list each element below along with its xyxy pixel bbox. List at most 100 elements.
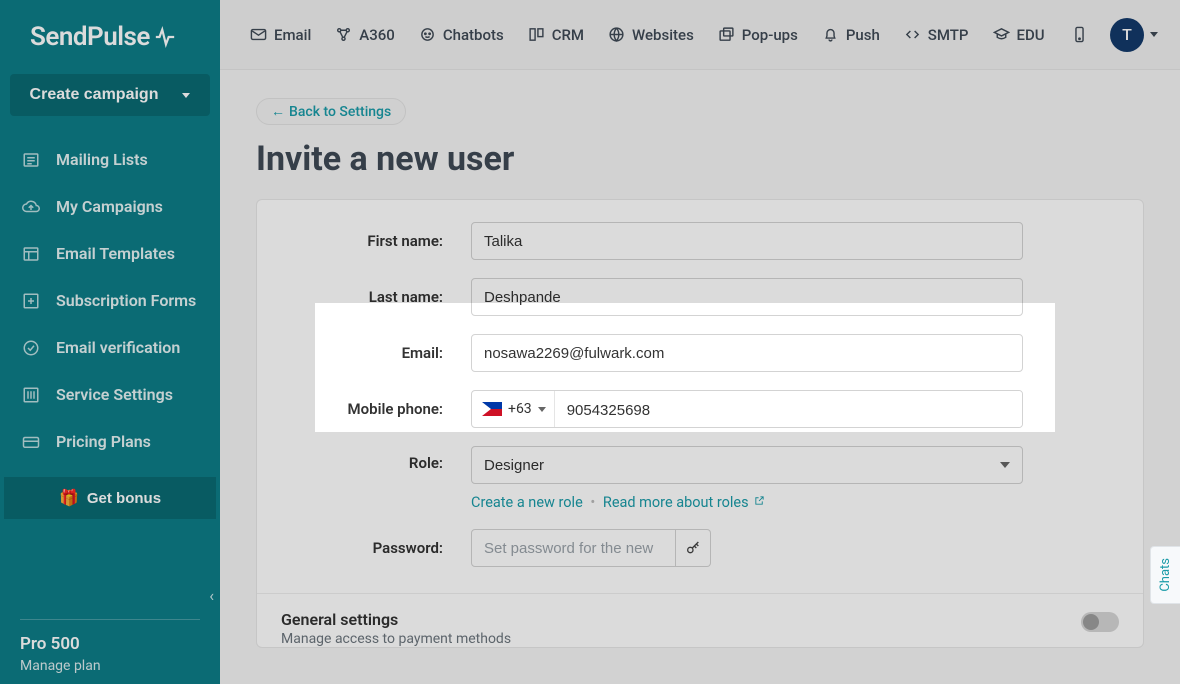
gift-icon: 🎁 [59, 488, 79, 508]
brand-logo: SendPulse [0, 12, 220, 74]
topnav-websites[interactable]: Websites [608, 26, 694, 44]
brand-text: SendPulse [30, 22, 150, 52]
chats-tab[interactable]: Chats [1150, 546, 1180, 604]
topnav-item-label: CRM [552, 26, 584, 44]
avatar-initial: T [1122, 25, 1132, 44]
row-email: Email: [281, 334, 1119, 372]
first-name-input[interactable] [471, 222, 1023, 260]
sidebar-item-label: Pricing Plans [56, 432, 151, 451]
role-links: Create a new role • Read more about role… [471, 494, 1023, 511]
read-more-roles-link[interactable]: Read more about roles [603, 494, 765, 511]
sliders-icon [22, 386, 40, 404]
generate-password-button[interactable] [676, 529, 711, 567]
automation-icon [335, 26, 352, 43]
role-label: Role: [281, 446, 471, 472]
chevron-down-icon [182, 93, 190, 98]
role-select[interactable]: Designer [471, 446, 1023, 484]
last-name-label: Last name: [281, 288, 471, 306]
sidebar: SendPulse Create campaign Mailing Lists … [0, 0, 220, 684]
plan-name: Pro 500 [20, 634, 200, 654]
sidebar-item-label: My Campaigns [56, 197, 163, 216]
phone-icon[interactable] [1071, 26, 1088, 43]
payment-access-toggle[interactable] [1081, 612, 1119, 632]
section-title: General settings [281, 610, 511, 629]
graduation-icon [993, 26, 1010, 43]
sidebar-item-mailing-lists[interactable]: Mailing Lists [0, 136, 220, 183]
mail-icon [250, 26, 267, 43]
form-icon [22, 292, 40, 310]
topnav-item-label: A360 [359, 26, 395, 44]
main-content: ←Back to Settings Invite a new user Firs… [220, 70, 1180, 684]
topnav-crm[interactable]: CRM [528, 26, 584, 44]
phone-number-input[interactable] [554, 391, 1022, 428]
sidebar-item-label: Service Settings [56, 385, 173, 404]
external-link-icon [754, 495, 765, 506]
sidebar-item-label: Email Templates [56, 244, 175, 263]
collapse-sidebar-button[interactable]: ‹ [209, 586, 214, 605]
topnav-smtp[interactable]: SMTP [904, 26, 969, 44]
sidebar-item-my-campaigns[interactable]: My Campaigns [0, 183, 220, 230]
kanban-icon [528, 26, 545, 43]
password-input[interactable] [471, 529, 676, 567]
topnav-item-label: Pop-ups [742, 26, 798, 44]
bell-icon [822, 26, 839, 43]
bot-icon [419, 26, 436, 43]
sidebar-item-label: Email verification [56, 338, 180, 357]
topnav-item-label: Websites [632, 26, 694, 44]
globe-icon [608, 26, 625, 43]
last-name-input[interactable] [471, 278, 1023, 316]
row-password: Password: [281, 529, 1119, 567]
sidebar-item-subscription-forms[interactable]: Subscription Forms [0, 277, 220, 324]
key-icon [685, 540, 701, 556]
user-menu[interactable]: T [1110, 18, 1158, 52]
topnav-edu[interactable]: EDU [993, 26, 1045, 44]
country-code-text: +63 [508, 401, 532, 417]
topnav-chatbots[interactable]: Chatbots [419, 26, 504, 44]
topnav-item-label: SMTP [928, 26, 969, 44]
back-label: Back to Settings [289, 104, 391, 120]
bonus-label: Get bonus [87, 490, 161, 507]
page-title: Invite a new user [256, 139, 1144, 179]
row-role: Role: Designer Create a new role • Read … [281, 446, 1119, 511]
create-campaign-button[interactable]: Create campaign [10, 74, 210, 116]
topnav-push[interactable]: Push [822, 26, 880, 44]
back-to-settings-link[interactable]: ←Back to Settings [256, 98, 406, 125]
arrow-left-icon: ← [271, 103, 285, 120]
flag-ph-icon [482, 402, 502, 416]
create-campaign-label: Create campaign [30, 86, 159, 104]
create-role-link[interactable]: Create a new role [471, 494, 583, 511]
row-phone: Mobile phone: +63 [281, 390, 1119, 428]
topbar: Email A360 Chatbots CRM Websites Pop-ups… [220, 0, 1180, 70]
phone-label: Mobile phone: [281, 400, 471, 418]
sidebar-item-email-templates[interactable]: Email Templates [0, 230, 220, 277]
country-code-selector[interactable]: +63 [472, 391, 554, 427]
sidebar-item-email-verification[interactable]: Email verification [0, 324, 220, 371]
section-general-settings: General settings Manage access to paymen… [281, 594, 1119, 647]
email-label: Email: [281, 344, 471, 362]
list-icon [22, 151, 40, 169]
code-icon [904, 26, 921, 43]
email-input[interactable] [471, 334, 1023, 372]
row-first-name: First name: [281, 222, 1119, 260]
topnav-email[interactable]: Email [250, 26, 311, 44]
first-name-label: First name: [281, 232, 471, 250]
topnav-a360[interactable]: A360 [335, 26, 395, 44]
topnav-popups[interactable]: Pop-ups [718, 26, 798, 44]
topbar-right: T [1071, 18, 1158, 52]
topnav-item-label: Push [846, 26, 880, 44]
manage-plan-link[interactable]: Manage plan [20, 658, 200, 674]
cloud-upload-icon [22, 198, 40, 216]
sidebar-item-pricing-plans[interactable]: Pricing Plans [0, 418, 220, 465]
topnav-item-label: Email [274, 26, 311, 44]
avatar: T [1110, 18, 1144, 52]
section-subtitle: Manage access to payment methods [281, 631, 511, 647]
chevron-down-icon [1150, 32, 1158, 37]
invite-form-card: First name: Last name: Email: Mobile pho… [256, 199, 1144, 648]
sidebar-item-service-settings[interactable]: Service Settings [0, 371, 220, 418]
plan-area: Pro 500 Manage plan [20, 619, 200, 674]
get-bonus-button[interactable]: 🎁 Get bonus [4, 477, 216, 519]
chats-tab-label: Chats [1158, 558, 1173, 592]
row-last-name: Last name: [281, 278, 1119, 316]
sidebar-item-label: Mailing Lists [56, 150, 148, 169]
sidebar-item-label: Subscription Forms [56, 291, 196, 310]
